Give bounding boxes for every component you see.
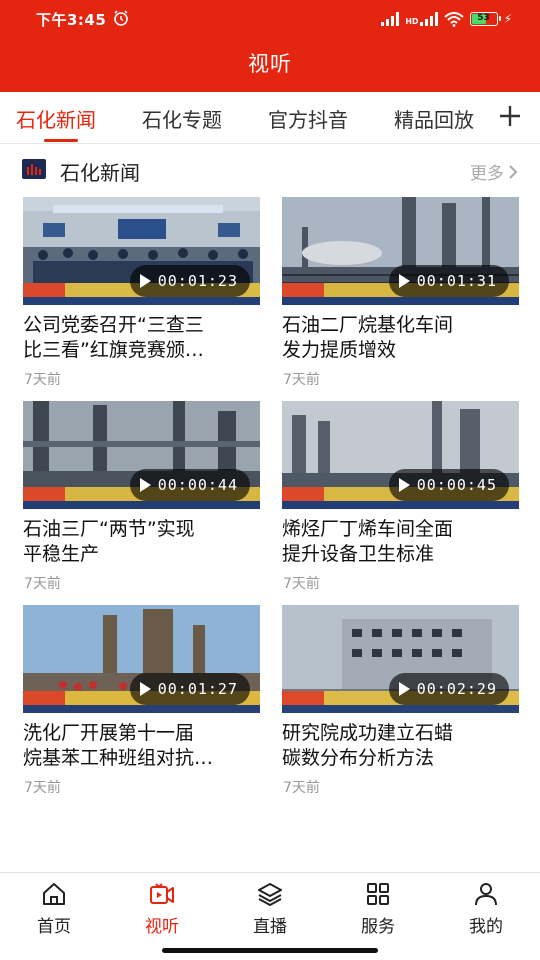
layers-icon: [258, 883, 282, 906]
top-bar: 下午3:45 HD 53 ⚡ 视听: [0, 0, 540, 92]
video-title-line: 碳数分布分析方法: [282, 747, 435, 769]
play-icon: [139, 682, 151, 696]
video-duration: 00:02:29: [416, 680, 497, 698]
caption-bar: [282, 297, 519, 305]
play-icon: [139, 274, 151, 288]
video-time: 7天前: [283, 576, 320, 592]
video-duration: 00:00:44: [157, 476, 238, 494]
status-icons: HD 53 ⚡: [381, 9, 512, 29]
more-link[interactable]: 更多: [470, 159, 518, 184]
tab-official-douyin[interactable]: 官方抖音: [268, 104, 348, 133]
video-time: 7天前: [283, 372, 320, 388]
section-header: 石化新闻 更多: [0, 150, 540, 190]
tab-shihua-news[interactable]: 石化新闻: [16, 104, 96, 133]
nav-label: 首页: [37, 917, 71, 937]
active-tab-indicator: [44, 139, 78, 142]
video-title-line: 洗化厂开展第十一届: [23, 722, 195, 744]
nav-label: 视听: [145, 917, 179, 937]
video-time: 7天前: [24, 372, 61, 388]
add-tab-icon[interactable]: [498, 104, 522, 128]
video-time: 7天前: [24, 780, 61, 796]
bottom-nav: 首页 视听 直播 服务 我的: [0, 872, 540, 960]
grid-icon: [367, 883, 389, 905]
video-title-line: 石油三厂“两节”实现: [23, 518, 195, 540]
duration-badge: 00:01:23: [129, 265, 250, 297]
nav-live[interactable]: 直播: [230, 881, 310, 937]
signal-icon: [381, 12, 400, 26]
video-title-line: 提升设备卫生标准: [282, 543, 435, 565]
tab-track: 石化新闻 石化专题 官方抖音 精品回放: [0, 92, 482, 144]
caption-bar: [23, 501, 260, 509]
tab-shihua-topics[interactable]: 石化专题: [142, 104, 222, 133]
duration-badge: 00:01:27: [129, 673, 250, 705]
video-duration: 00:01:31: [416, 272, 497, 290]
nav-services[interactable]: 服务: [338, 881, 418, 937]
duration-badge: 00:02:29: [388, 673, 509, 705]
status-bar: 下午3:45 HD 53 ⚡: [0, 0, 540, 38]
video-title-line: 石油二厂烷基化车间: [282, 314, 454, 336]
home-icon: [43, 883, 65, 905]
video-thumbnail[interactable]: 00:00:44: [23, 401, 260, 509]
wifi-icon: [443, 11, 464, 27]
video-time: 7天前: [24, 576, 61, 592]
video-time: 7天前: [283, 780, 320, 796]
play-icon: [398, 682, 410, 696]
play-icon: [398, 274, 410, 288]
signal-hd-icon: HD: [405, 12, 438, 26]
video-title-line: 烷基苯工种班组对抗…: [23, 747, 214, 769]
tab-replay[interactable]: 精品回放: [394, 104, 474, 133]
battery-level: 53: [477, 13, 490, 23]
nav-label: 直播: [253, 917, 287, 937]
alarm-icon: [114, 10, 128, 26]
video-thumbnail[interactable]: 00:01:27: [23, 605, 260, 713]
page-title: 视听: [248, 52, 292, 76]
video-title[interactable]: 石油二厂烷基化车间 发力提质增效: [282, 313, 519, 363]
video-duration: 00:01:27: [157, 680, 238, 698]
home-indicator[interactable]: [162, 948, 378, 953]
network-label: HD: [405, 17, 419, 26]
status-time: 下午3:45: [36, 11, 107, 29]
duration-badge: 00:01:31: [388, 265, 509, 297]
caption-bar: [23, 297, 260, 305]
video-duration: 00:00:45: [416, 476, 497, 494]
video-thumbnail[interactable]: 00:00:45: [282, 401, 519, 509]
play-icon: [139, 478, 151, 492]
video-title-line: 平稳生产: [23, 543, 100, 565]
video-duration: 00:01:23: [157, 272, 238, 290]
video-thumbnail[interactable]: 00:01:23: [23, 197, 260, 305]
video-title[interactable]: 烯烃厂丁烯车间全面 提升设备卫生标准: [282, 517, 519, 567]
duration-badge: 00:00:44: [129, 469, 250, 501]
video-title-line: 公司党委召开“三查三: [23, 314, 204, 336]
more-label: 更多: [470, 164, 504, 184]
nav-me[interactable]: 我的: [446, 881, 526, 937]
nav-label: 我的: [469, 917, 503, 937]
video-title-line: 比三看”红旗竞赛颁…: [23, 339, 204, 361]
nav-video[interactable]: 视听: [122, 881, 202, 937]
video-title-line: 研究院成功建立石蜡: [282, 722, 454, 744]
nav-home[interactable]: 首页: [14, 881, 94, 937]
video-title[interactable]: 洗化厂开展第十一届 烷基苯工种班组对抗…: [23, 721, 260, 771]
charging-icon: ⚡: [503, 12, 512, 26]
section-logo-icon: [22, 159, 46, 179]
video-title[interactable]: 石油三厂“两节”实现 平稳生产: [23, 517, 260, 567]
video-title-line: 发力提质增效: [282, 339, 397, 361]
caption-bar: [282, 501, 519, 509]
category-tabs: 石化新闻 石化专题 官方抖音 精品回放: [0, 92, 540, 144]
battery-icon: 53: [469, 12, 501, 26]
video-title[interactable]: 研究院成功建立石蜡 碳数分布分析方法: [282, 721, 519, 771]
play-icon: [398, 478, 410, 492]
video-title-line: 烯烃厂丁烯车间全面: [282, 518, 454, 540]
caption-bar: [282, 705, 519, 713]
video-icon: [150, 883, 174, 904]
video-thumbnail[interactable]: 00:02:29: [282, 605, 519, 713]
user-icon: [475, 883, 497, 906]
video-thumbnail[interactable]: 00:01:31: [282, 197, 519, 305]
video-title[interactable]: 公司党委召开“三查三 比三看”红旗竞赛颁…: [23, 313, 260, 363]
nav-label: 服务: [361, 917, 395, 937]
chevron-right-icon: [509, 164, 518, 179]
caption-bar: [23, 705, 260, 713]
duration-badge: 00:00:45: [388, 469, 509, 501]
section-title: 石化新闻: [60, 161, 140, 185]
